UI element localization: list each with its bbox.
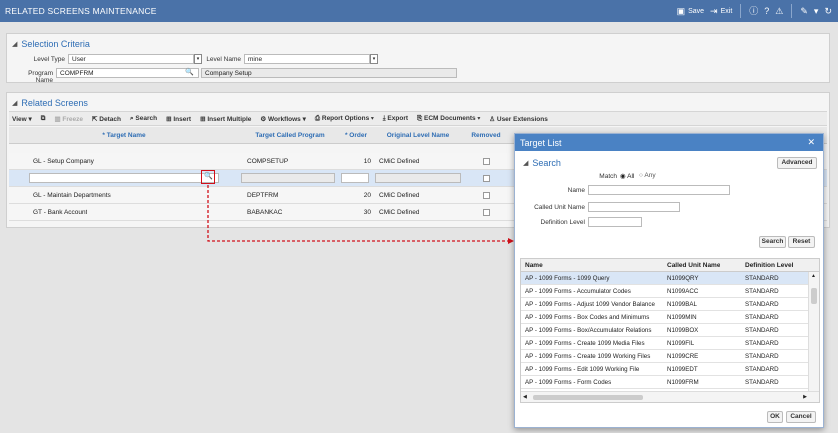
search-section-header[interactable]: ◢ Search — [523, 158, 561, 168]
list-item[interactable]: AP - 1099 Forms - Adjust 1099 Vendor Bal… — [521, 298, 809, 311]
dialog-header: Target List ✕ — [515, 134, 823, 151]
item-def: STANDARD — [745, 340, 779, 347]
item-unit: N1099BAL — [667, 301, 697, 308]
called-unit-label: Called Unit Name — [534, 204, 585, 211]
scroll-right-icon[interactable]: ▶ — [803, 394, 807, 400]
item-unit: N1099FIL — [667, 340, 695, 347]
item-unit: N1099ACC — [667, 288, 699, 295]
scroll-up-icon[interactable]: ▲ — [811, 273, 816, 279]
item-name: AP - 1099 Forms - 1099 Query — [525, 275, 610, 282]
item-def: STANDARD — [745, 379, 779, 386]
col-called-unit[interactable]: Called Unit Name — [667, 262, 720, 269]
called-unit-input[interactable] — [588, 202, 680, 212]
advanced-button[interactable]: Advanced — [777, 157, 817, 169]
list-item[interactable]: AP - 1099 Forms - Accumulator Codes N1099… — [521, 285, 809, 298]
ok-button[interactable]: OK — [767, 411, 783, 423]
name-input[interactable] — [588, 185, 730, 195]
vertical-scrollbar[interactable]: ▲ — [808, 272, 819, 393]
scroll-left-icon[interactable]: ◀ — [523, 394, 527, 400]
all-label: All — [627, 173, 635, 180]
dialog-title: Target List — [520, 137, 562, 148]
match-any-radio[interactable]: ○ Any — [639, 172, 656, 179]
item-def: STANDARD — [745, 275, 779, 282]
item-unit: N1099MIN — [667, 314, 697, 321]
collapse-icon: ◢ — [523, 160, 529, 167]
definition-level-label: Definition Level — [540, 219, 585, 226]
cancel-button[interactable]: Cancel — [786, 411, 816, 423]
reset-button[interactable]: Reset — [788, 236, 815, 248]
item-unit: N1099EDT — [667, 366, 698, 373]
item-name: AP - 1099 Forms - Edit 1099 Working File — [525, 366, 640, 373]
name-label: Name — [567, 187, 585, 194]
search-button[interactable]: Search — [759, 236, 786, 248]
item-unit: N1099BOX — [667, 327, 699, 334]
hscroll-thumb[interactable] — [533, 395, 643, 400]
list-item[interactable]: AP - 1099 Forms - 1099 Query N1099QRY STAN… — [521, 272, 809, 285]
definition-level-input[interactable] — [588, 217, 642, 227]
results-table: Name Called Unit Name Definition Level A… — [520, 258, 820, 403]
item-def: STANDARD — [745, 353, 779, 360]
item-def: STANDARD — [745, 366, 779, 373]
item-def: STANDARD — [745, 314, 779, 321]
item-name: AP - 1099 Forms - Accumulator Codes — [525, 288, 631, 295]
list-item[interactable]: AP - 1099 Forms - Form Codes N1099FRM STAN… — [521, 376, 809, 389]
item-def: STANDARD — [745, 301, 779, 308]
item-def: STANDARD — [745, 288, 779, 295]
target-list-dialog: Target List ✕ ◢ Search Advanced Match ◉ A… — [514, 133, 824, 428]
list-item[interactable]: AP - 1099 Forms - Create 1099 Media File… — [521, 337, 809, 350]
match-label: Match — [599, 173, 617, 180]
item-name: AP - 1099 Forms - Create 1099 Media File… — [525, 340, 645, 347]
scroll-thumb[interactable] — [811, 288, 817, 304]
list-item[interactable]: AP - 1099 Forms - Box Codes and Minimums… — [521, 311, 809, 324]
col-definition-level[interactable]: Definition Level — [745, 262, 793, 269]
list-item[interactable]: AP - 1099 Forms - Create 1099 Working Fi… — [521, 350, 809, 363]
item-name: AP - 1099 Forms - Adjust 1099 Vendor Bal… — [525, 301, 655, 308]
item-name: AP - 1099 Forms - Create 1099 Working Fi… — [525, 353, 651, 360]
item-name: AP - 1099 Forms - Box Codes and Minimums — [525, 314, 650, 321]
item-name: AP - 1099 Forms - Form Codes — [525, 379, 612, 386]
any-label: Any — [644, 172, 656, 179]
item-name: AP - 1099 Forms - Box/Accumulator Relati… — [525, 327, 652, 334]
col-name[interactable]: Name — [525, 262, 543, 269]
item-unit: N1099CRE — [667, 353, 699, 360]
item-def: STANDARD — [745, 327, 779, 334]
list-item[interactable]: AP - 1099 Forms - Box/Accumulator Relati… — [521, 324, 809, 337]
list-item[interactable]: AP - 1099 Forms - Edit 1099 Working File… — [521, 363, 809, 376]
results-header: Name Called Unit Name Definition Level — [521, 259, 819, 272]
close-icon[interactable]: ✕ — [807, 137, 815, 148]
item-unit: N1099FRM — [667, 379, 699, 386]
match-all-radio[interactable]: ◉ All — [620, 172, 634, 180]
search-section-title: Search — [532, 158, 561, 168]
horizontal-scrollbar[interactable]: ◀ ▶ — [521, 391, 819, 402]
item-unit: N1099QRY — [667, 275, 699, 282]
